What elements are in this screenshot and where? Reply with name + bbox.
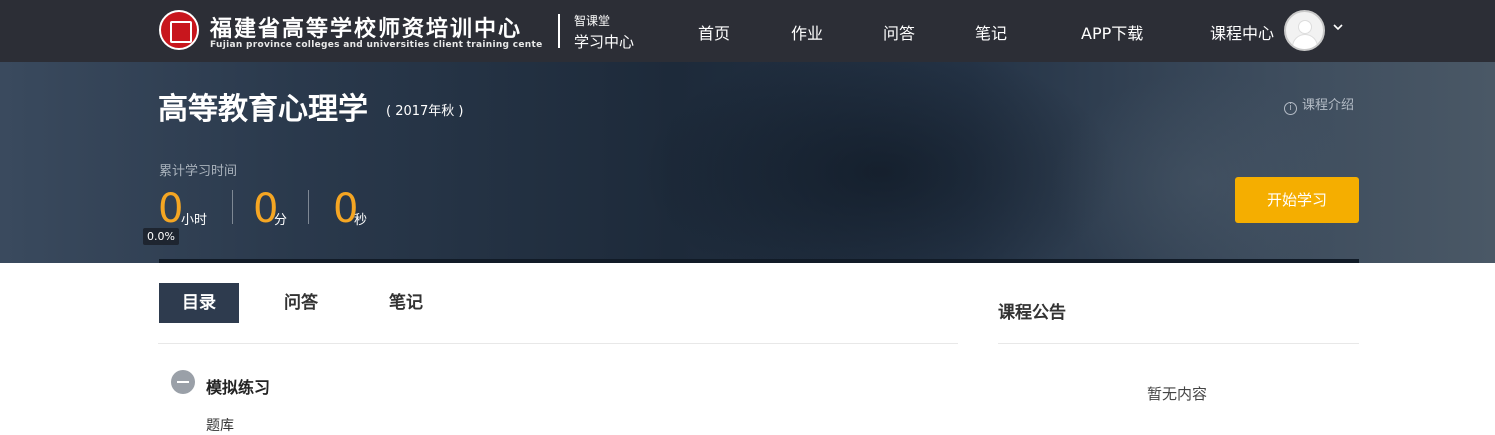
- notice-divider: [998, 343, 1359, 344]
- section-title[interactable]: 模拟练习: [206, 374, 270, 398]
- list-item[interactable]: 题库: [206, 415, 234, 435]
- course-banner: 高等教育心理学 ( 2017年秋 ) i 课程介绍 累计学习时间 0 小时 0 分…: [0, 62, 1495, 263]
- course-intro-label: 课程介绍: [1302, 98, 1355, 113]
- avatar-body: [1293, 35, 1317, 49]
- brand-name-cn[interactable]: 福建省高等学校师资培训中心: [210, 11, 522, 43]
- chevron-down-icon[interactable]: [1333, 22, 1343, 32]
- nav-homework[interactable]: 作业: [791, 20, 823, 44]
- tab-qa[interactable]: 问答: [284, 283, 318, 323]
- time-separator: [232, 190, 233, 224]
- info-icon: i: [1284, 102, 1297, 115]
- study-hours-unit: 小时: [181, 213, 208, 228]
- study-minutes-unit: 分: [274, 213, 288, 228]
- nav-notes[interactable]: 笔记: [975, 20, 1007, 44]
- user-avatar[interactable]: [1284, 10, 1325, 51]
- product-name-bottom: 学习中心: [574, 33, 635, 51]
- avatar-head: [1299, 21, 1311, 33]
- brand-separator: [558, 14, 560, 48]
- start-learning-button[interactable]: 开始学习: [1235, 177, 1359, 223]
- nav-home[interactable]: 首页: [698, 20, 730, 44]
- notice-empty-text: 暂无内容: [1147, 385, 1208, 403]
- top-nav-bar: 福建省高等学校师资培训中心 Fujian province colleges a…: [0, 0, 1495, 62]
- tab-catalog[interactable]: 目录: [159, 283, 239, 323]
- collapse-section-icon[interactable]: [171, 370, 195, 394]
- logo-seal-icon[interactable]: [159, 10, 199, 50]
- tabs-divider: [158, 343, 958, 344]
- course-title: 高等教育心理学: [158, 92, 368, 127]
- course-term: ( 2017年秋 ): [386, 104, 464, 119]
- course-intro-link[interactable]: i 课程介绍: [1284, 94, 1354, 115]
- progress-bar: [159, 259, 1359, 263]
- notice-title: 课程公告: [998, 303, 1066, 323]
- study-time-label: 累计学习时间: [159, 164, 238, 179]
- nav-app-download[interactable]: APP下载: [1081, 20, 1143, 44]
- brand-name-en: Fujian province colleges and universitie…: [210, 40, 543, 50]
- progress-percent: 0.0%: [143, 228, 179, 245]
- tab-notes[interactable]: 笔记: [389, 283, 423, 323]
- nav-course-center[interactable]: 课程中心: [1210, 20, 1274, 44]
- banner-shadow-decoration: [640, 62, 1120, 263]
- study-hours-value: 0: [158, 186, 184, 232]
- product-name-top: 智课堂: [574, 14, 611, 28]
- study-seconds-unit: 秒: [354, 213, 368, 228]
- nav-qa[interactable]: 问答: [883, 20, 915, 44]
- time-separator: [308, 190, 309, 224]
